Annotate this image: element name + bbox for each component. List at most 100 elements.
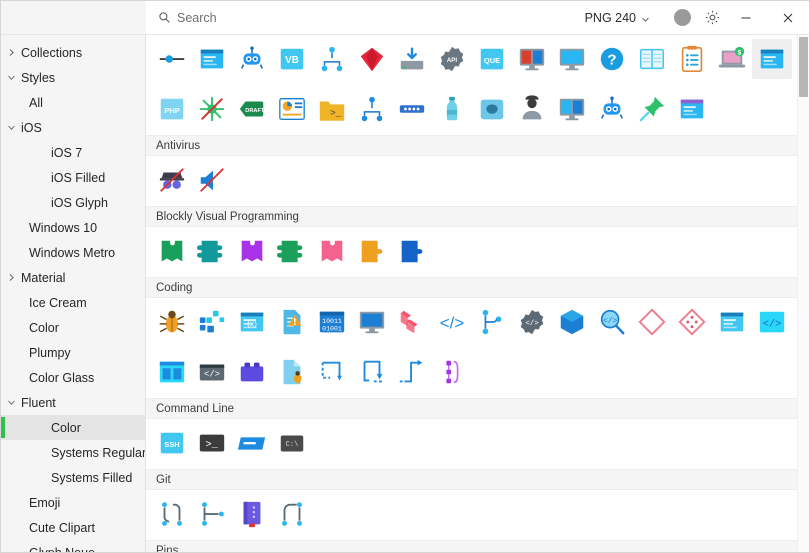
loop-down-icon[interactable] bbox=[312, 352, 352, 392]
blockly-green-icon[interactable] bbox=[152, 231, 192, 271]
blockly-green2-icon[interactable] bbox=[272, 231, 312, 271]
git-merge-icon[interactable] bbox=[152, 494, 192, 534]
sidebar-item-ios-filled[interactable]: iOS Filled bbox=[1, 165, 145, 190]
debug-file-icon[interactable] bbox=[272, 352, 312, 392]
sidebar-item-ios-glyph[interactable]: iOS Glyph bbox=[1, 190, 145, 215]
bot-icon[interactable] bbox=[232, 39, 272, 79]
vertical-scrollbar[interactable] bbox=[797, 35, 809, 552]
virus-blocked-icon[interactable] bbox=[192, 89, 232, 129]
module-cube-icon[interactable] bbox=[552, 302, 592, 342]
draft-tag-icon[interactable]: DRAFT bbox=[232, 89, 272, 129]
code-settings-icon[interactable]: </> bbox=[512, 302, 552, 342]
sidebar-item-windows-metro[interactable]: Windows Metro bbox=[1, 240, 145, 265]
multi-screen-icon[interactable] bbox=[552, 89, 592, 129]
sidebar-item-systems-regular[interactable]: Systems Regular bbox=[1, 440, 145, 465]
sidebar-item-fluent[interactable]: Fluent bbox=[1, 390, 145, 415]
code-window-icon[interactable] bbox=[192, 39, 232, 79]
sidebar-item-color[interactable]: Color bbox=[1, 315, 145, 340]
inspect-code-icon[interactable]: </> bbox=[592, 302, 632, 342]
avatar[interactable] bbox=[674, 9, 691, 26]
bot-cloud-icon[interactable] bbox=[592, 89, 632, 129]
sidebar-item-systems-filled[interactable]: Systems Filled bbox=[1, 465, 145, 490]
console-blue-icon[interactable] bbox=[232, 423, 272, 463]
spy-blocked-icon[interactable] bbox=[152, 160, 192, 200]
blockly-purple-icon[interactable] bbox=[232, 231, 272, 271]
code-tags-icon[interactable]: </> bbox=[432, 302, 472, 342]
laravel-icon[interactable] bbox=[392, 302, 432, 342]
chevron-down-icon[interactable] bbox=[1, 73, 21, 82]
form-checklist-icon[interactable] bbox=[752, 39, 792, 79]
source-code-monitor-icon[interactable] bbox=[352, 302, 392, 342]
blockly-teal-icon[interactable] bbox=[192, 231, 232, 271]
diamond-dots-icon[interactable] bbox=[672, 302, 712, 342]
export-format-dropdown[interactable]: PNG 240 bbox=[577, 7, 658, 29]
laptop-money-icon[interactable]: $ bbox=[712, 39, 752, 79]
split-view-icon[interactable] bbox=[152, 352, 192, 392]
sidebar-item-plumpy[interactable]: Plumpy bbox=[1, 340, 145, 365]
command-prompt-icon[interactable]: C:\ bbox=[272, 423, 312, 463]
sidebar-item-cute-clipart[interactable]: Cute Clipart bbox=[1, 515, 145, 540]
gear-icon[interactable] bbox=[704, 9, 721, 26]
json-tree-icon[interactable] bbox=[432, 352, 472, 392]
password-icon[interactable] bbox=[392, 89, 432, 129]
hacker-icon[interactable] bbox=[512, 89, 552, 129]
server-download-icon[interactable] bbox=[392, 39, 432, 79]
database-book-icon[interactable] bbox=[632, 39, 672, 79]
lego-brick-icon[interactable] bbox=[232, 352, 272, 392]
api-icon[interactable]: API bbox=[432, 39, 472, 79]
remote-desktop-icon[interactable] bbox=[552, 39, 592, 79]
dashboard-icon[interactable] bbox=[272, 89, 312, 129]
ssh-icon[interactable]: SSH bbox=[152, 423, 192, 463]
ruby-icon[interactable] bbox=[352, 39, 392, 79]
tomcat-icon[interactable] bbox=[472, 89, 512, 129]
binary-code-icon[interactable]: 10011 01001 bbox=[312, 302, 352, 342]
visual-basic-icon[interactable]: VB bbox=[272, 39, 312, 79]
search-input[interactable] bbox=[177, 10, 477, 25]
sidebar-item-color-glass[interactable]: Color Glass bbox=[1, 365, 145, 390]
compare-monitor-icon[interactable] bbox=[512, 39, 552, 79]
loop-exit-icon[interactable] bbox=[392, 352, 432, 392]
scrollbar-thumb[interactable] bbox=[799, 37, 808, 97]
help-icon[interactable]: ? bbox=[592, 39, 632, 79]
close-button[interactable] bbox=[767, 2, 809, 34]
script-folder-icon[interactable]: >_ bbox=[312, 89, 352, 129]
sidebar-item-all[interactable]: All bbox=[1, 90, 145, 115]
sidebar-item-ios-7[interactable]: iOS 7 bbox=[1, 140, 145, 165]
minimize-button[interactable] bbox=[725, 2, 767, 34]
git-pull-request-icon[interactable] bbox=[272, 494, 312, 534]
pixel-blocks-icon[interactable] bbox=[192, 302, 232, 342]
queue-icon[interactable]: QUE bbox=[472, 39, 512, 79]
git-repository-icon[interactable] bbox=[232, 494, 272, 534]
chevron-right-icon[interactable] bbox=[1, 273, 21, 282]
flowchart-icon[interactable] bbox=[352, 89, 392, 129]
php-icon[interactable]: PHP bbox=[152, 89, 192, 129]
slider-icon[interactable] bbox=[152, 39, 192, 79]
chevron-down-icon[interactable] bbox=[1, 398, 21, 407]
error-document-icon[interactable] bbox=[272, 302, 312, 342]
sidebar-item-collections[interactable]: Collections bbox=[1, 40, 145, 65]
hierarchy-icon[interactable] bbox=[312, 39, 352, 79]
clipboard-list-icon[interactable] bbox=[672, 39, 712, 79]
blockly-orange-icon[interactable] bbox=[352, 231, 392, 271]
branch-icon[interactable] bbox=[472, 302, 512, 342]
git-branch-icon[interactable] bbox=[192, 494, 232, 534]
loop-enter-icon[interactable] bbox=[352, 352, 392, 392]
terminal-icon[interactable]: >_ bbox=[192, 423, 232, 463]
variable-window-icon[interactable]: (x) bbox=[232, 302, 272, 342]
sidebar-item-ios[interactable]: iOS bbox=[1, 115, 145, 140]
sidebar-item-ice-cream[interactable]: Ice Cream bbox=[1, 290, 145, 315]
sidebar-item-material[interactable]: Material bbox=[1, 265, 145, 290]
blockly-blue-icon[interactable] bbox=[392, 231, 432, 271]
alert-muted-icon[interactable] bbox=[192, 160, 232, 200]
sidebar-item-emoji[interactable]: Emoji bbox=[1, 490, 145, 515]
chevron-right-icon[interactable] bbox=[1, 48, 21, 57]
code-dark-window-icon[interactable]: </> bbox=[192, 352, 232, 392]
sidebar-item-windows-10[interactable]: Windows 10 bbox=[1, 215, 145, 240]
bottle-icon[interactable] bbox=[432, 89, 472, 129]
search-box[interactable] bbox=[158, 1, 577, 34]
blue-window-icon[interactable] bbox=[712, 302, 752, 342]
chevron-down-icon[interactable] bbox=[1, 123, 21, 132]
sidebar-item-color[interactable]: Color bbox=[1, 415, 145, 440]
sidebar-item-glyph-neue[interactable]: Glyph Neue bbox=[1, 540, 145, 553]
pin-green-icon[interactable] bbox=[632, 89, 672, 129]
